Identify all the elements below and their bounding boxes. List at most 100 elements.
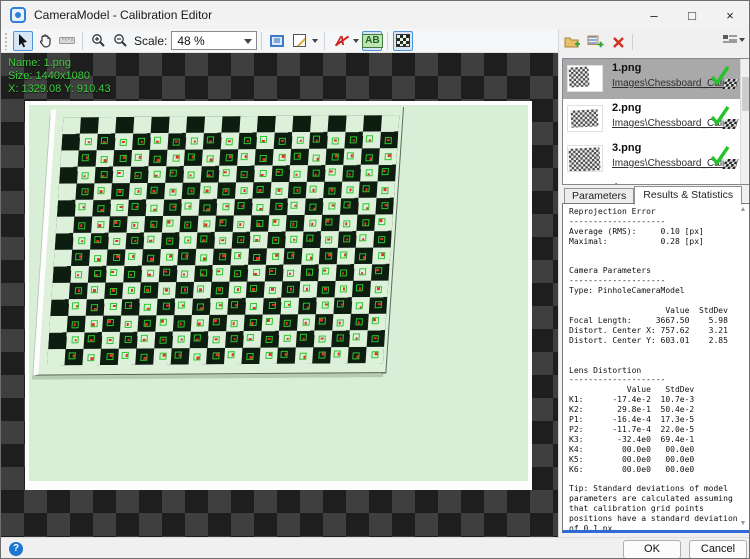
maximize-button[interactable]: □	[673, 1, 711, 29]
corner-marker	[381, 202, 388, 209]
corner-marker	[97, 221, 104, 228]
close-button[interactable]: ×	[711, 1, 749, 29]
corner-marker	[94, 255, 101, 262]
add-folder-button[interactable]	[585, 32, 605, 52]
marker-dot	[109, 339, 112, 342]
select-tool-button[interactable]	[13, 31, 33, 51]
marker-dot	[274, 239, 277, 242]
marker-dot	[226, 205, 229, 208]
corner-marker	[222, 169, 229, 176]
corner-marker	[75, 287, 82, 294]
background-mode-button[interactable]	[289, 31, 309, 51]
marker-dot	[205, 224, 208, 227]
corner-marker	[94, 270, 101, 277]
pan-tool-button[interactable]	[35, 31, 55, 51]
corner-marker	[203, 220, 210, 227]
fit-to-window-button[interactable]	[267, 31, 287, 51]
annotations-dropdown-arrow[interactable]	[353, 39, 359, 43]
corner-marker	[169, 204, 176, 211]
marker-dot	[312, 189, 315, 192]
image-info-overlay: Name: 1.png Size: 1440x1080 X: 1329.08 Y…	[8, 57, 111, 96]
corner-marker	[200, 270, 207, 277]
corner-marker	[150, 205, 157, 212]
view-mode-dropdown-arrow[interactable]	[739, 38, 745, 42]
corner-marker	[371, 336, 378, 343]
marker-dot	[358, 288, 361, 291]
corner-marker	[284, 335, 291, 342]
marker-dot	[148, 274, 151, 277]
background-dropdown-arrow[interactable]	[312, 39, 318, 43]
cancel-button[interactable]: Cancel	[689, 540, 747, 559]
scale-combobox[interactable]: 48 %	[171, 31, 257, 50]
results-scrollbar[interactable]: ▲ ▼	[738, 204, 749, 530]
list-item[interactable]: 2.png Images\Chessboard_Cali...	[563, 99, 749, 139]
marker-dot	[288, 304, 291, 307]
show-grid-toggle[interactable]	[393, 31, 413, 51]
zoom-in-button[interactable]	[88, 31, 108, 51]
toolbar-grip[interactable]	[4, 32, 9, 50]
corner-marker	[297, 137, 304, 144]
marker-dot	[222, 254, 225, 257]
marker-dot	[322, 353, 325, 356]
corner-marker	[228, 351, 235, 358]
show-labels-toggle[interactable]: AB	[362, 31, 382, 51]
corner-marker	[222, 203, 229, 210]
marker-dot	[303, 356, 306, 359]
corner-marker	[72, 303, 79, 310]
corner-marker	[206, 170, 213, 177]
corner-marker	[374, 286, 381, 293]
measure-tool-button[interactable]	[57, 31, 77, 51]
marker-dot	[228, 140, 231, 143]
help-button[interactable]: ?	[9, 542, 23, 556]
scroll-up-icon[interactable]: ▲	[738, 205, 748, 215]
scroll-down-icon[interactable]: ▼	[738, 519, 748, 529]
corner-marker	[143, 304, 150, 311]
marker-dot	[377, 287, 380, 290]
marker-dot	[155, 174, 158, 177]
ok-button[interactable]: OK	[623, 540, 681, 559]
remove-image-button[interactable]	[608, 32, 628, 52]
marker-dot	[100, 190, 103, 193]
corner-marker	[231, 336, 238, 343]
corner-marker	[184, 237, 191, 244]
chessboard-icon	[396, 34, 410, 47]
corner-marker	[244, 137, 251, 144]
corner-marker	[140, 335, 147, 342]
corner-marker	[259, 155, 266, 162]
marker-dot	[293, 238, 296, 241]
marker-dot	[289, 273, 292, 276]
marker-dot	[72, 355, 75, 358]
marker-dot	[118, 172, 121, 175]
minimize-button[interactable]: –	[635, 1, 673, 29]
list-item[interactable]: 3.png Images\Chessboard_Cali...	[563, 139, 749, 179]
marker-dot	[374, 337, 377, 340]
corner-marker	[303, 319, 310, 326]
results-textbox[interactable]: Reprojection Error -------------------- …	[562, 203, 750, 533]
marker-dot	[196, 338, 199, 341]
chevron-down-icon[interactable]	[244, 39, 252, 44]
corner-marker	[241, 153, 248, 160]
marker-dot	[307, 272, 310, 275]
marker-dot	[153, 190, 156, 193]
zoom-out-button[interactable]	[110, 31, 130, 51]
window-title: CameraModel - Calibration Editor	[34, 8, 212, 22]
list-scrollbar[interactable]	[740, 59, 749, 184]
annotations-off-button[interactable]: A	[330, 31, 350, 51]
corner-marker	[299, 353, 306, 360]
list-item[interactable]: 1.png Images\Chessboard_Cali...	[563, 59, 749, 99]
view-mode-icon[interactable]	[723, 34, 737, 45]
marker-dot	[171, 171, 174, 174]
marker-dot	[137, 190, 140, 193]
corner-marker	[78, 222, 85, 229]
corner-marker	[300, 334, 307, 341]
marker-dot	[175, 140, 178, 143]
list-item[interactable]: 4.png Images\Chessboard_Cali...	[563, 179, 749, 185]
list-scrollbar-thumb[interactable]	[742, 77, 749, 111]
tab-results-statistics[interactable]: Results & Statistics	[634, 186, 742, 205]
marker-dot	[335, 155, 338, 158]
corner-marker	[287, 252, 294, 259]
image-viewport[interactable]: Name: 1.png Size: 1440x1080 X: 1329.08 Y…	[1, 53, 558, 537]
marker-dot	[334, 139, 337, 142]
corner-marker	[225, 154, 232, 161]
add-images-button[interactable]	[562, 32, 582, 52]
